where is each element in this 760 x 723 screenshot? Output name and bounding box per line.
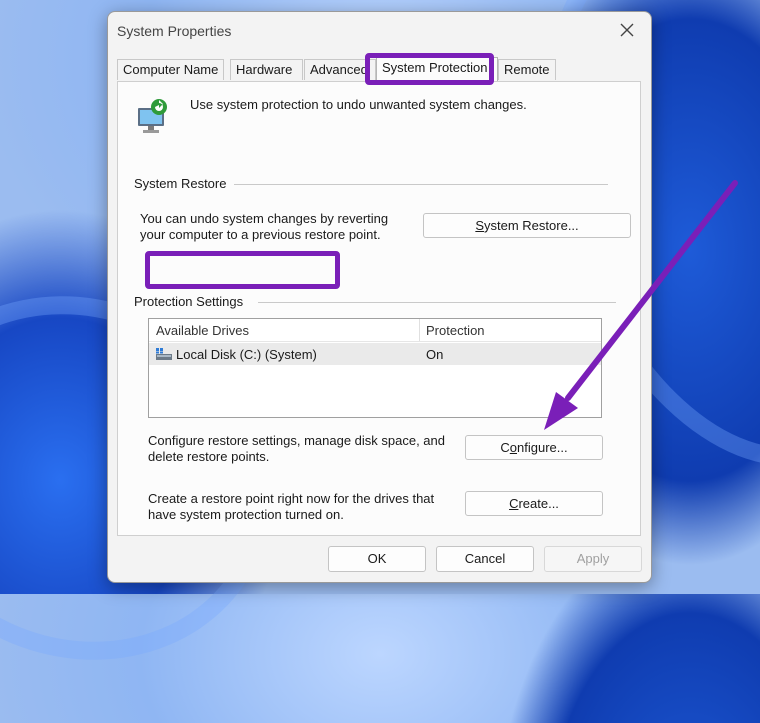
highlight-box-drive: [145, 251, 340, 289]
group-divider: [258, 302, 616, 303]
system-protection-icon: [138, 99, 167, 133]
ok-button[interactable]: OK: [328, 546, 426, 572]
cancel-button[interactable]: Cancel: [436, 546, 534, 572]
drive-icon: [156, 348, 172, 360]
configure-description: Configure restore settings, manage disk …: [148, 433, 446, 464]
system-restore-group-label: System Restore: [134, 176, 235, 191]
intro-text: Use system protection to undo unwanted s…: [190, 97, 527, 112]
list-header: Available Drives Protection: [149, 319, 601, 342]
protection-settings-group-label: Protection Settings: [134, 294, 252, 309]
tab-computer-name[interactable]: Computer Name: [117, 59, 224, 80]
apply-button[interactable]: Apply: [544, 546, 642, 572]
column-divider[interactable]: [419, 319, 420, 341]
highlight-box-tab: [365, 53, 494, 85]
column-header-available-drives[interactable]: Available Drives: [156, 323, 249, 338]
list-item-local-disk-c[interactable]: Local Disk (C:) (System) On: [149, 343, 601, 365]
tab-hardware[interactable]: Hardware: [230, 59, 303, 80]
close-button[interactable]: [615, 18, 639, 42]
available-drives-list[interactable]: Available Drives Protection Local Disk (…: [148, 318, 602, 418]
create-button[interactable]: Create...: [465, 491, 603, 516]
drive-name: Local Disk (C:) (System): [176, 347, 317, 362]
create-description: Create a restore point right now for the…: [148, 491, 435, 522]
group-divider: [224, 184, 608, 185]
title-bar: System Properties: [108, 12, 651, 50]
tab-remote[interactable]: Remote: [498, 59, 556, 80]
system-properties-dialog: System Properties Computer Name Hardware…: [107, 11, 652, 583]
column-header-protection[interactable]: Protection: [426, 323, 485, 338]
system-protection-panel: Use system protection to undo unwanted s…: [117, 81, 641, 536]
system-restore-description: You can undo system changes by reverting…: [140, 211, 389, 242]
configure-button[interactable]: Configure...: [465, 435, 603, 460]
protection-status: On: [426, 347, 444, 362]
close-icon: [620, 23, 634, 37]
window-title: System Properties: [117, 23, 232, 39]
system-restore-button[interactable]: System Restore...: [423, 213, 631, 238]
